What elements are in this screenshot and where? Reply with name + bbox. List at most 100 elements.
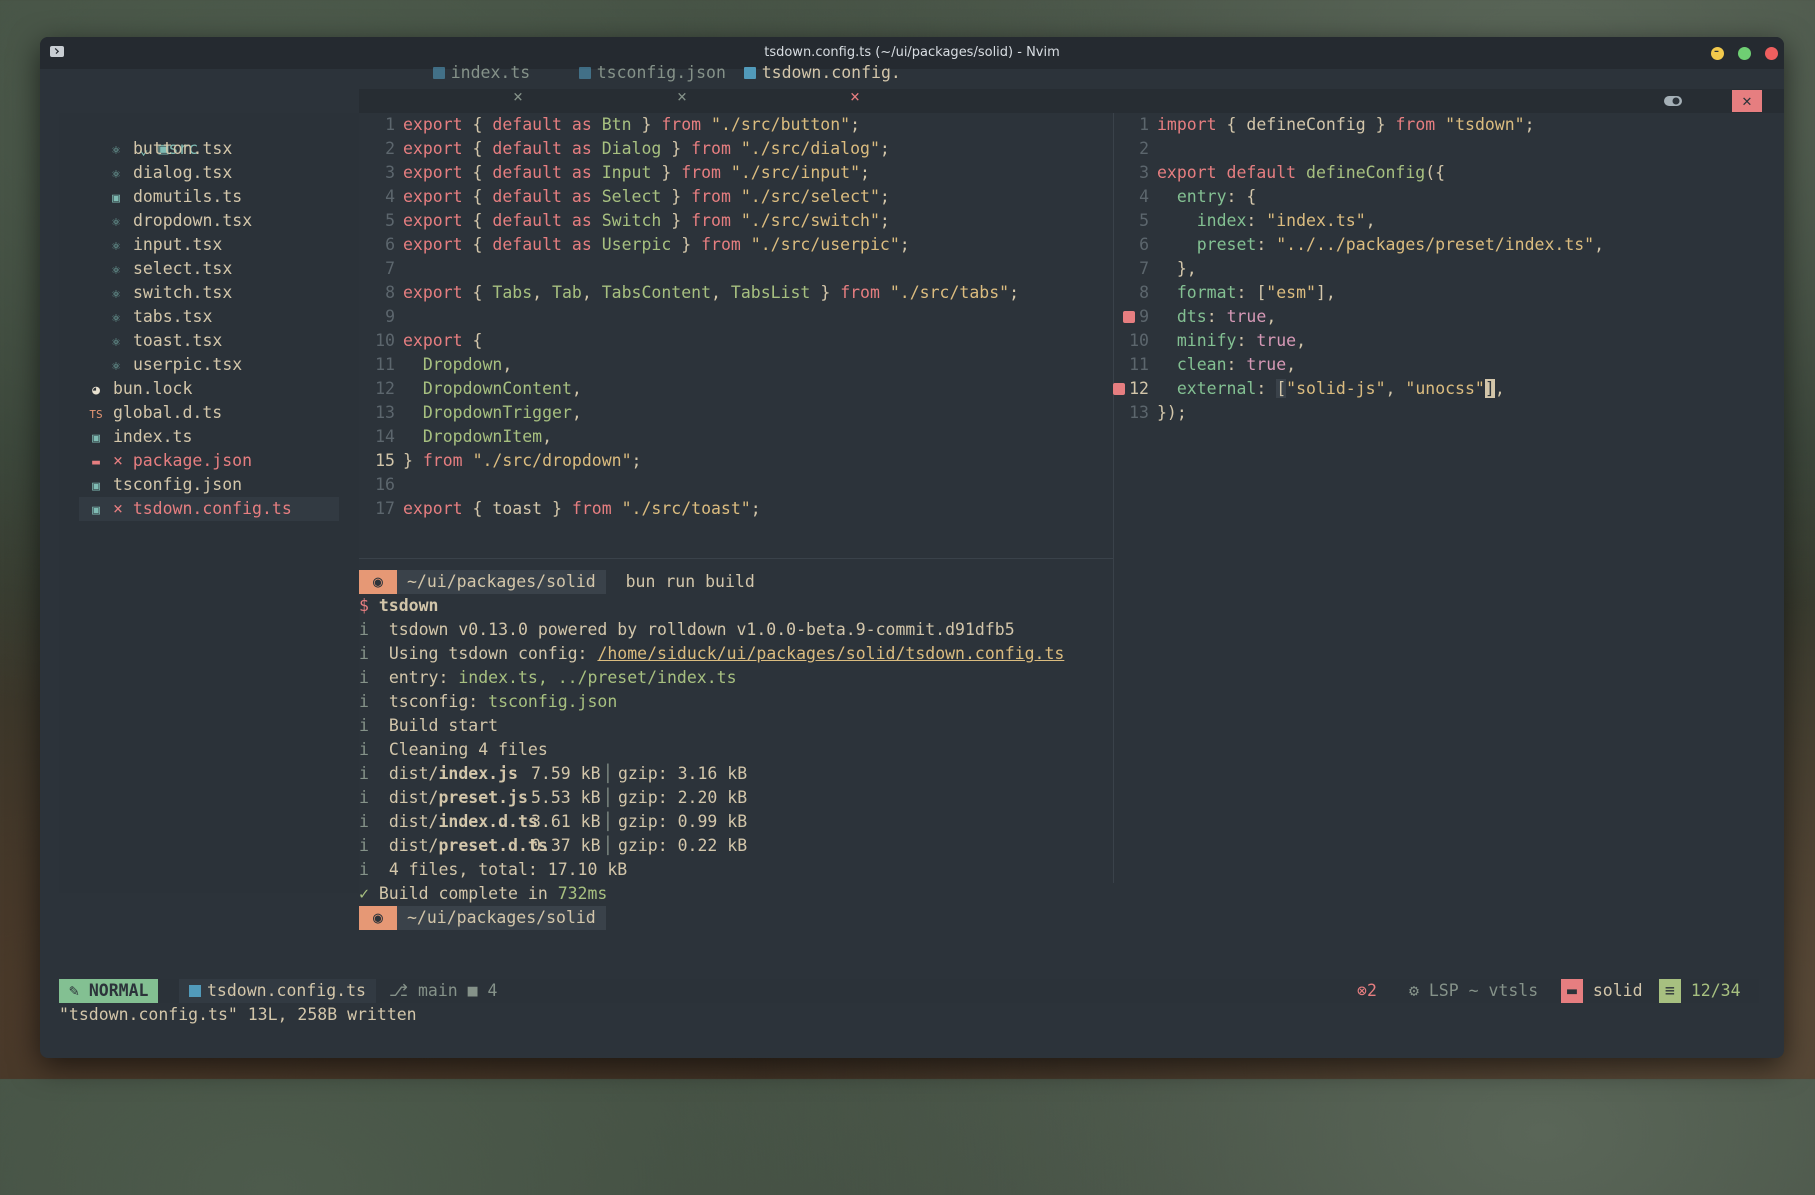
ts-file-icon: ▣ [92, 479, 100, 494]
build-output-row: i dist/preset.d.ts 0.37 kB │ gzip: 0.22 kB [359, 836, 748, 855]
tree-file-label: bun.lock [112, 379, 193, 398]
statusline: ✎ NORMAL tsdown.config.ts ⎇ main ■ 4 ⊗2 … [59, 979, 1759, 1003]
tab-close-icon[interactable]: × [850, 85, 860, 109]
cursor: ] [1484, 379, 1495, 398]
ts-def-icon: TS [89, 408, 103, 421]
left-editor[interactable]: 1 export { default as Btn } from "./src/b… [359, 113, 1112, 585]
tree-file-item[interactable]: ⚛ switch.tsx [109, 281, 232, 305]
tree-file-label: button.tsx [132, 139, 233, 158]
tab-tsconfig-json[interactable]: tsconfig.json × [539, 37, 726, 106]
tree-file-label: tsconfig.json [112, 475, 243, 494]
build-output-row: i dist/index.js 7.59 kB │ gzip: 3.16 kB [359, 764, 748, 783]
command-line: "tsdown.config.ts" 13L, 258B written [59, 1005, 417, 1024]
ts-file-icon [432, 67, 445, 79]
tree-file-label: userpic.tsx [132, 355, 243, 374]
terminal-pane[interactable]: ◉ ~/ui/packages/solid bun run build $ tsd… [359, 570, 1113, 930]
react-icon: ⚛ [112, 335, 120, 350]
tree-folder-src[interactable]: ⌄ ▣src [79, 113, 199, 158]
cwd-indicator: ▬ solid [1561, 979, 1643, 1003]
terminal-prompt-icon: ◉ [359, 906, 397, 930]
git-branch: ⎇ main ■ 4 [389, 981, 498, 1000]
tab-close-icon[interactable]: × [677, 85, 687, 109]
tree-file-label: select.tsx [132, 259, 233, 278]
tree-file-item[interactable]: ⚛ input.tsx [109, 233, 222, 257]
nvim-window: tsdown.config.ts (~/ui/packages/solid) -… [40, 37, 1784, 1058]
react-icon: ⚛ [112, 287, 120, 302]
build-output-row: i dist/index.d.ts 3.61 kB │ gzip: 0.99 kB [359, 812, 748, 831]
terminal-prompt-icon: ◉ [359, 570, 397, 594]
react-icon: ⚛ [112, 359, 120, 374]
tree-file-label: package.json [132, 451, 253, 470]
tab-tsdown-config[interactable]: tsdown.config. × [704, 37, 901, 106]
file-tree: ⌄ ▣src ⚛ button.tsx ⚛ dialog.tsx ▣ domutil… [59, 113, 359, 893]
tree-file-label: index.ts [112, 427, 193, 446]
cursor-position: ≡ 12/34 [1659, 979, 1741, 1003]
tree-file-item[interactable]: ▣ domutils.ts [109, 185, 242, 209]
error-count[interactable]: ⊗2 [1357, 979, 1377, 1003]
bun-icon: ◕ [92, 383, 100, 398]
mode-indicator: ✎ NORMAL [59, 979, 159, 1003]
tab-close-icon[interactable]: × [513, 85, 523, 109]
npm-icon: ▬ [92, 455, 100, 470]
tree-file-item[interactable]: ⚛ button.tsx [109, 137, 232, 161]
tree-file-item[interactable]: ⚛ tabs.tsx [109, 305, 212, 329]
react-icon: ⚛ [112, 263, 120, 278]
tree-file-item[interactable]: ▬ × package.json [89, 449, 252, 473]
maximize-button[interactable] [1738, 47, 1751, 60]
react-icon: ⚛ [112, 167, 120, 182]
diagnostic-error-icon [1113, 383, 1126, 395]
error-mark-icon: × [112, 451, 133, 470]
close-buffer-button[interactable]: ✕ [1732, 90, 1762, 112]
tree-file-item[interactable]: ⚛ select.tsx [109, 257, 232, 281]
tree-file-item[interactable]: ⚛ toast.tsx [109, 329, 222, 353]
ts-file-icon [189, 985, 201, 997]
tree-file-label: dropdown.tsx [132, 211, 253, 230]
lsp-status[interactable]: ⚙ LSP ~ vtsls [1409, 979, 1538, 1003]
right-editor[interactable]: 1 import { defineConfig } from "tsdown"; … [1113, 113, 1784, 883]
tree-file-item[interactable]: ⚛ userpic.tsx [109, 353, 242, 377]
tree-file-item[interactable]: TS global.d.ts [89, 401, 222, 425]
tree-file-item[interactable]: ⚛ dropdown.tsx [109, 209, 252, 233]
tree-file-label: tabs.tsx [132, 307, 213, 326]
ts-file-icon [578, 67, 591, 79]
ts-file-icon [743, 67, 756, 79]
vim-mode-icon: ✎ [69, 981, 79, 1000]
lines-icon: ≡ [1659, 979, 1681, 1003]
tree-file-item[interactable]: ⚛ dialog.tsx [109, 161, 232, 185]
tab-index-ts[interactable]: index.ts × [393, 37, 530, 106]
ts-file-icon: ▣ [112, 191, 120, 206]
tree-file-label: global.d.ts [112, 403, 223, 422]
gears-icon: ⚙ [1409, 981, 1419, 1000]
ts-file-icon: ▣ [92, 431, 100, 446]
tree-file-label: tsdown.config.ts [132, 499, 292, 518]
window-title: tsdown.config.ts (~/ui/packages/solid) -… [764, 45, 1060, 60]
react-icon: ⚛ [112, 143, 120, 158]
react-icon: ⚛ [112, 215, 120, 230]
ts-file-icon: ▣ [92, 503, 100, 518]
tree-file-label: input.tsx [132, 235, 223, 254]
minimize-icon: – [1714, 46, 1719, 57]
error-icon: ⊗ [1357, 981, 1367, 1000]
tree-file-item[interactable]: ◕ bun.lock [89, 377, 192, 401]
build-output-row: i dist/preset.js 5.53 kB │ gzip: 2.20 kB [359, 788, 748, 807]
tree-file-item[interactable]: ▣ × tsdown.config.ts [79, 497, 339, 521]
folder-icon: ▬ [1561, 979, 1583, 1003]
close-window-button[interactable] [1765, 47, 1778, 60]
git-changes-icon: ■ [467, 981, 478, 1000]
diagnostic-error-icon [1123, 311, 1136, 323]
tree-file-label: toast.tsx [132, 331, 223, 350]
error-mark-icon: × [112, 499, 133, 518]
minimize-button[interactable]: – [1711, 46, 1724, 60]
tree-file-label: switch.tsx [132, 283, 233, 302]
react-icon: ⚛ [112, 239, 120, 254]
tree-file-item[interactable]: ▣ index.ts [89, 425, 192, 449]
tree-file-item[interactable]: ▣ tsconfig.json [89, 473, 242, 497]
check-icon: ✓ [359, 884, 369, 903]
git-branch-icon: ⎇ [389, 981, 409, 1000]
react-icon: ⚛ [112, 311, 120, 326]
titlebar: tsdown.config.ts (~/ui/packages/solid) -… [40, 37, 1784, 69]
tree-file-label: dialog.tsx [132, 163, 233, 182]
statusline-file: tsdown.config.ts [179, 979, 376, 1003]
tree-file-label: domutils.ts [132, 187, 243, 206]
toggle-theme-icon[interactable] [1662, 91, 1684, 111]
